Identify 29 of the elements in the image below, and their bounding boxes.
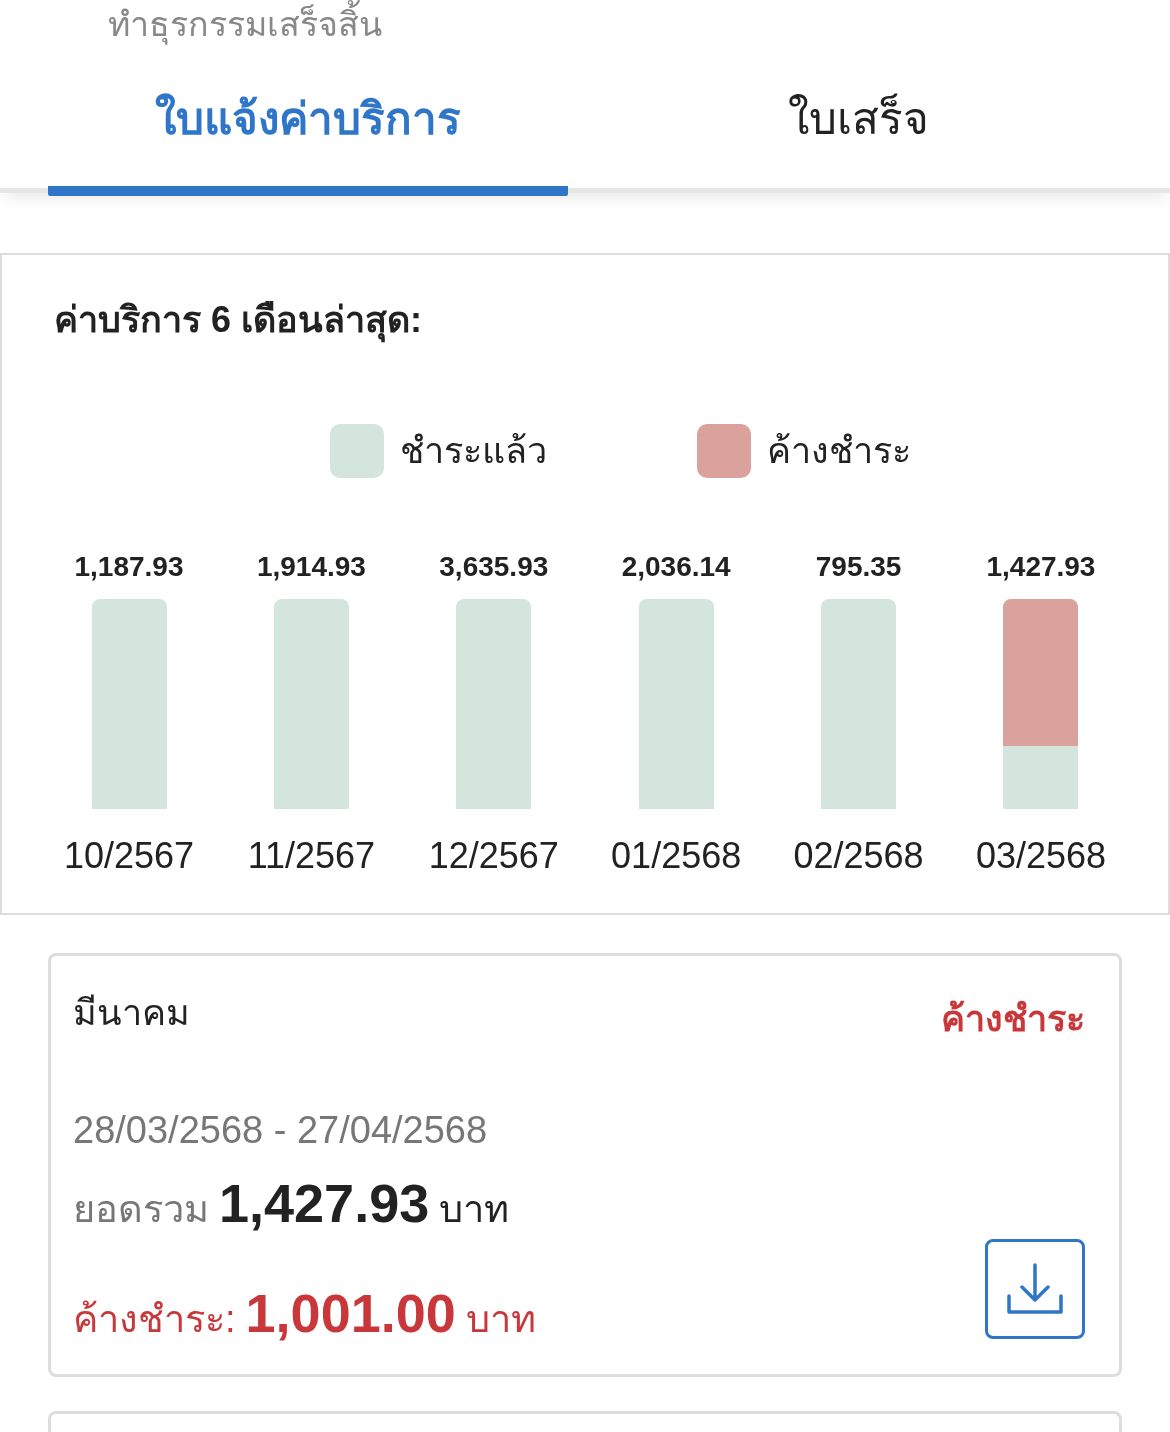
total-label: ยอดรวม — [73, 1187, 209, 1232]
status-label: ค้างชำระ — [941, 997, 1085, 1041]
due-amount: 1,001.00 — [245, 1282, 456, 1344]
download-icon — [1005, 1262, 1065, 1316]
value-label: 1,914.93 — [256, 551, 366, 583]
value-label: 3,635.93 — [439, 551, 549, 583]
legend-label: ชำระแล้ว — [399, 429, 547, 473]
invoice-month: มีนาคม — [73, 991, 190, 1035]
billing-period: 28/03/2568 - 27/04/2568 — [73, 1109, 489, 1152]
value-label: 1,187.93 — [74, 551, 184, 583]
category-label: 11/2567 — [247, 835, 376, 877]
value-label: 1,427.93 — [986, 551, 1096, 583]
category-label: 02/2568 — [793, 835, 924, 877]
category-label: 01/2568 — [611, 835, 742, 877]
category-label: 03/2568 — [975, 835, 1106, 877]
category-label: 12/2567 — [428, 835, 559, 877]
due-label: ค้างชำระ: — [73, 1297, 236, 1342]
value-label: 2,036.14 — [621, 551, 731, 583]
currency-unit: บาท — [465, 1297, 536, 1342]
page-title: ทำธุรกรรมเสร็จสิ้น — [108, 0, 382, 48]
legend-label: ค้างชำระ — [766, 429, 911, 473]
category-label: 10/2567 — [63, 835, 195, 877]
tab[interactable]: ใบแจ้งค่าบริการ — [48, 50, 568, 196]
currency-unit: บาท — [439, 1187, 510, 1232]
download-button[interactable] — [985, 1239, 1085, 1339]
chart-title: ค่าบริการ 6 เดือนล่าสุด: — [2, 291, 1168, 348]
tab[interactable]: ใบเสร็จ — [568, 50, 1148, 196]
value-label: 795.35 — [815, 551, 902, 583]
total-amount: 1,427.93 — [219, 1172, 430, 1234]
